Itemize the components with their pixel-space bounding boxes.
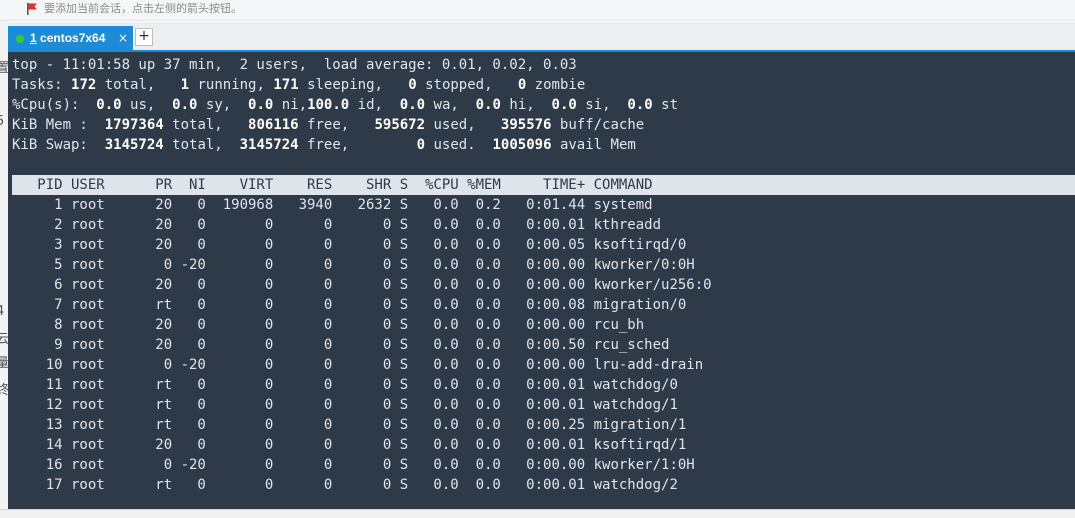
process-row: 13 root rt 0 0 0 0 S 0.0 0.0 0:00.25 mig… <box>12 417 687 433</box>
process-row: 5 root 0 -20 0 0 0 S 0.0 0.0 0:00.00 kwo… <box>12 257 695 273</box>
process-row: 1 root 20 0 190968 3940 2632 S 0.0 0.2 0… <box>12 197 653 213</box>
session-notice-bar: 要添加当前会话，点击左侧的箭头按钮。 <box>0 0 1075 21</box>
process-row: 14 root 20 0 0 0 0 S 0.0 0.0 0:00.01 kso… <box>12 437 687 453</box>
left-edge-text: 终 <box>0 383 8 398</box>
process-row: 16 root 0 -20 0 0 0 S 0.0 0.0 0:00.00 kw… <box>12 457 695 473</box>
notice-text: 要添加当前会话，点击左侧的箭头按钮。 <box>44 2 242 15</box>
process-row: 6 root 20 0 0 0 0 S 0.0 0.0 0:00.00 kwor… <box>12 277 712 293</box>
process-table-header: PID USER PR NI VIRT RES SHR S %CPU %MEM … <box>12 175 1075 195</box>
left-edge-text: 置 <box>0 61 8 76</box>
top-uptime-line: top - 11:01:58 up 37 min, 2 users, load … <box>12 57 577 73</box>
tab-label: 1 centos7x64 <box>30 31 106 45</box>
flag-icon <box>27 3 37 15</box>
process-row: 17 root rt 0 0 0 0 S 0.0 0.0 0:00.01 wat… <box>12 477 678 493</box>
process-row: 12 root rt 0 0 0 0 S 0.0 0.0 0:00.01 wat… <box>12 397 678 413</box>
process-row: 3 root 20 0 0 0 0 S 0.0 0.0 0:00.05 ksof… <box>12 237 687 253</box>
process-row: 9 root 20 0 0 0 0 S 0.0 0.0 0:00.50 rcu_… <box>12 337 670 353</box>
process-header-text: PID USER PR NI VIRT RES SHR S %CPU %MEM … <box>12 177 653 193</box>
left-edge-text: 量 <box>0 356 8 371</box>
process-row: 11 root rt 0 0 0 0 S 0.0 0.0 0:00.01 wat… <box>12 377 678 393</box>
process-row: 8 root 20 0 0 0 0 S 0.0 0.0 0:00.00 rcu_… <box>12 317 645 333</box>
connected-status-icon <box>16 35 24 43</box>
process-row: 2 root 20 0 0 0 0 S 0.0 0.0 0:00.01 kthr… <box>12 217 662 233</box>
left-edge-text: 5 <box>0 114 5 129</box>
process-row: 10 root 0 -20 0 0 0 S 0.0 0.0 0:00.00 lr… <box>12 357 704 373</box>
left-edge-text: 4 <box>0 304 5 319</box>
tab-centos7x64[interactable]: 1 centos7x64 × <box>8 26 133 50</box>
left-edge-panel: 开 5 置 4 云 量 终 <box>0 0 8 517</box>
top-mem-line: KiB Mem : 1797364 total, 806116 free, 59… <box>12 117 645 133</box>
session-tab-bar: 1 centos7x64 × + <box>8 22 1075 52</box>
add-tab-button[interactable]: + <box>135 28 153 46</box>
close-icon[interactable]: × <box>118 30 128 46</box>
terminal-output[interactable]: top - 11:01:58 up 37 min, 2 users, load … <box>8 52 1075 509</box>
process-row: 7 root rt 0 0 0 0 S 0.0 0.0 0:00.08 migr… <box>12 297 687 313</box>
top-swap-line: KiB Swap: 3145724 total, 3145724 free, 0… <box>12 137 636 153</box>
top-cpu-line: %Cpu(s): 0.0 us, 0.0 sy, 0.0 ni,100.0 id… <box>12 97 679 113</box>
left-edge-text: 云 <box>0 332 8 347</box>
top-tasks-line: Tasks: 172 total, 1 running, 171 sleepin… <box>12 77 586 93</box>
